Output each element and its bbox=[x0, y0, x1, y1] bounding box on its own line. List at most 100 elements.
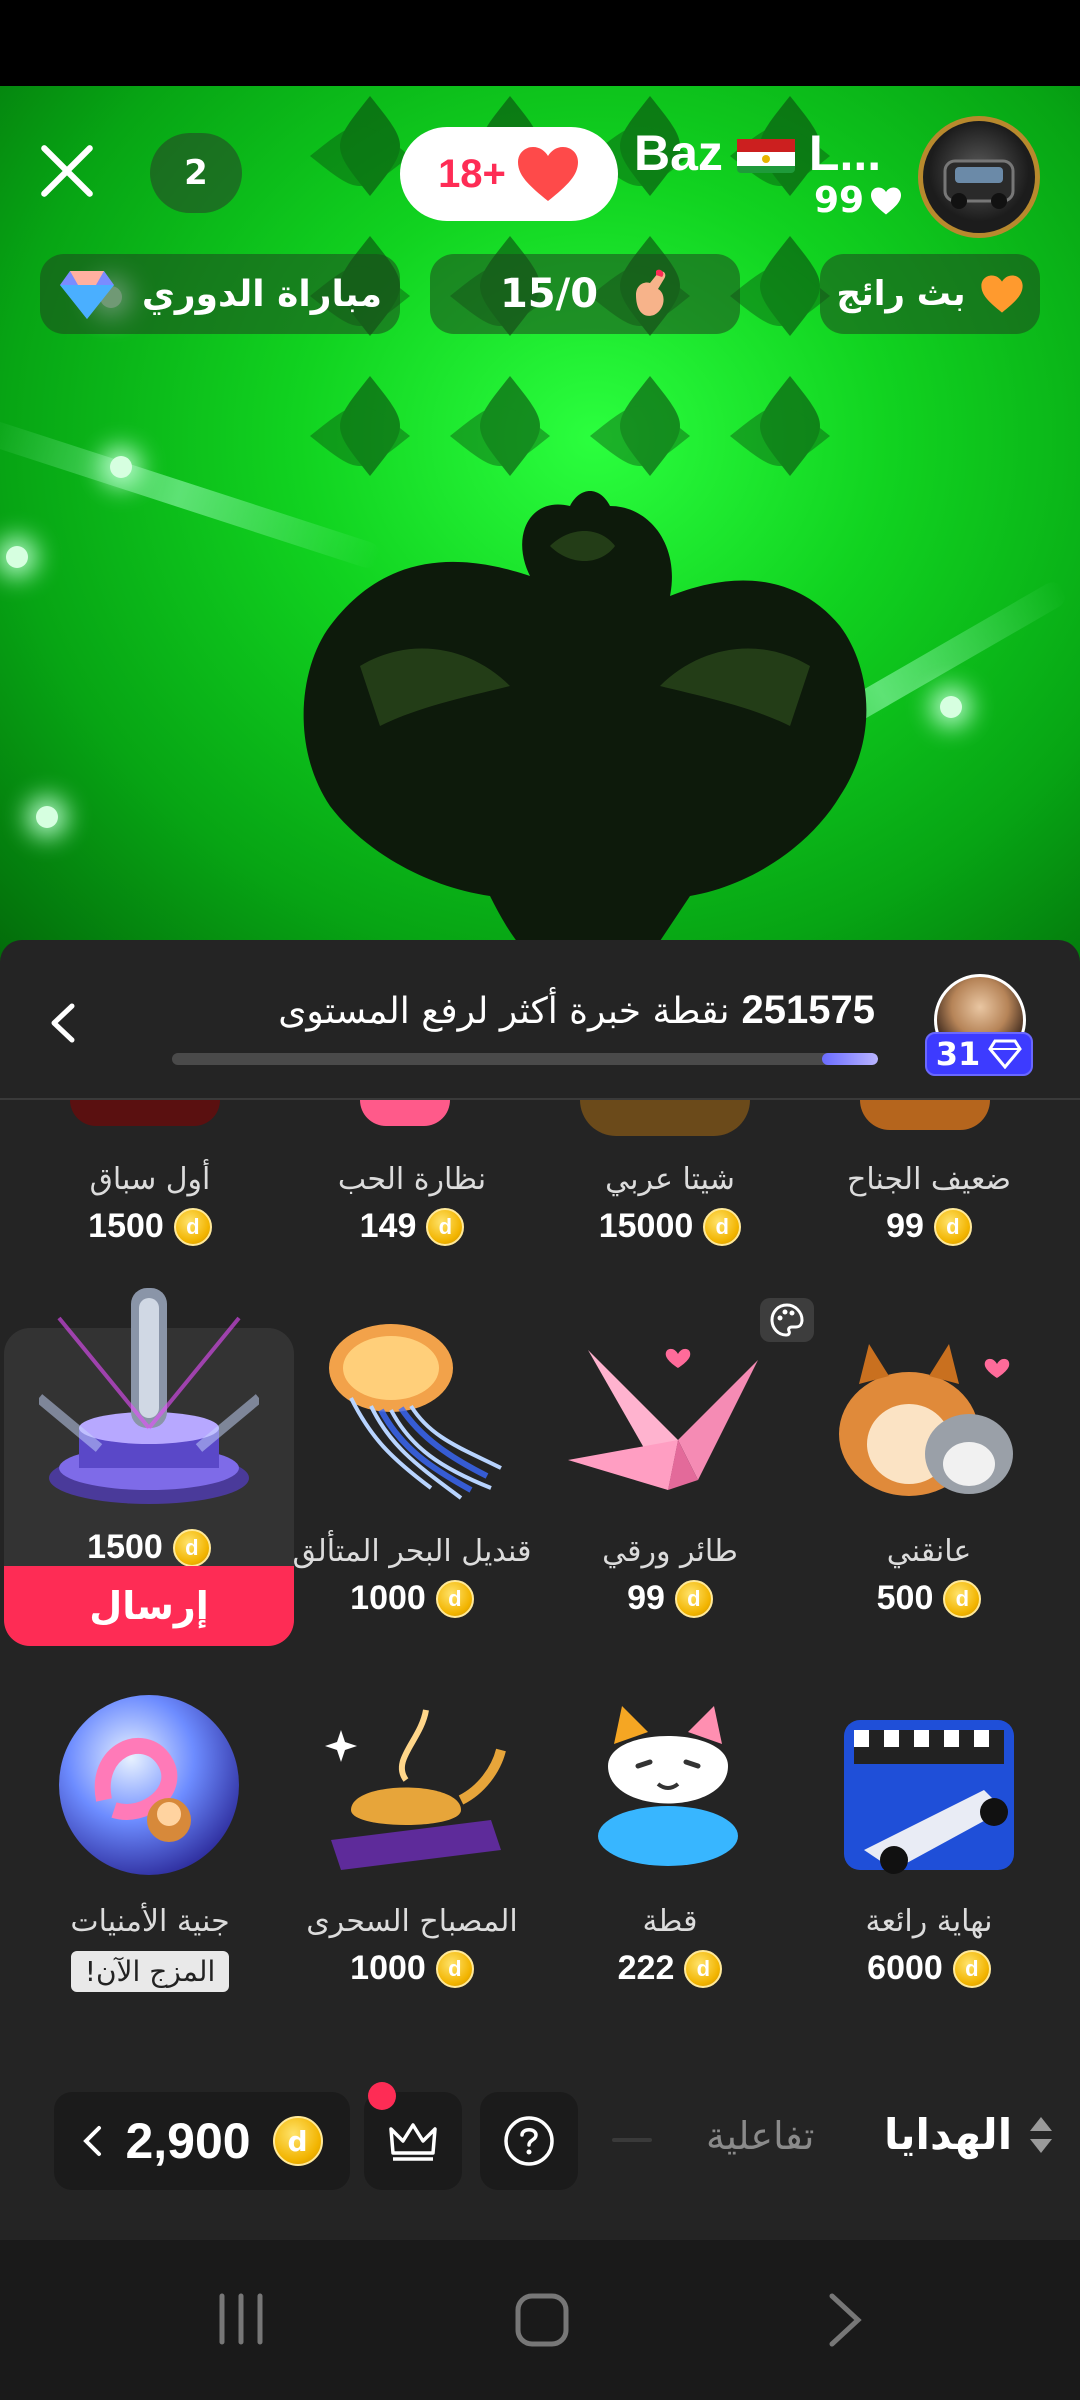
host-avatar[interactable] bbox=[918, 116, 1040, 238]
gift-name: طائر ورقي bbox=[602, 1534, 738, 1569]
gift-price: 222 d bbox=[535, 1949, 805, 1988]
diamond-icon bbox=[988, 1039, 1023, 1069]
nav-home-icon[interactable] bbox=[512, 2290, 572, 2354]
xp-progress-fill bbox=[821, 1053, 878, 1065]
coin-icon: d bbox=[172, 1528, 211, 1567]
heart-icon bbox=[517, 147, 578, 201]
close-icon[interactable] bbox=[36, 140, 98, 202]
gift-cat-image bbox=[598, 1706, 738, 1866]
follow-button-label: 18+ bbox=[438, 151, 506, 196]
score-value: 15/0 bbox=[499, 271, 599, 317]
gift-item[interactable]: أول سباق 1500 d bbox=[15, 1162, 285, 1246]
gift-price: 1500 d bbox=[15, 1207, 285, 1246]
gift-item[interactable]: شيتا عربي 15000 d bbox=[535, 1162, 805, 1246]
gift-item[interactable]: قطة 222 d bbox=[535, 1904, 805, 1988]
gift-item[interactable]: عانقني 500 d bbox=[794, 1534, 1064, 1618]
gift-price: 99 d bbox=[535, 1579, 805, 1618]
host-name-suffix: L... bbox=[808, 125, 882, 181]
heart-icon bbox=[980, 275, 1023, 313]
question-coin-icon bbox=[504, 2116, 554, 2166]
gift-item[interactable]: 1500 d bbox=[14, 1518, 284, 1567]
gift-item[interactable]: نظارة الحب 149 d bbox=[277, 1162, 547, 1246]
xp-progress-text: 251575 نقطة خبرة أكثر لرفع المستوى bbox=[278, 988, 875, 1033]
xp-progress-bar bbox=[172, 1053, 878, 1065]
coin-icon: d bbox=[703, 1207, 742, 1246]
score-pill[interactable]: 15/0 bbox=[430, 254, 740, 334]
nav-recents-icon[interactable] bbox=[212, 2290, 270, 2352]
tab-divider bbox=[612, 2138, 652, 2142]
host-name[interactable]: Baz L... bbox=[634, 124, 881, 182]
flag-icon bbox=[736, 133, 795, 173]
coin-icon: d bbox=[943, 1579, 982, 1618]
coin-icon: d bbox=[435, 1949, 474, 1988]
gift-price-value: 99 bbox=[886, 1207, 924, 1245]
gift-hug-dogs-image bbox=[839, 1344, 1013, 1496]
gift-name: أول سباق bbox=[89, 1162, 211, 1197]
gift-price-value: 222 bbox=[617, 1949, 675, 1987]
status-bar bbox=[0, 0, 1080, 86]
send-button-label: إرسال bbox=[89, 1584, 209, 1628]
gift-price-value: 1500 bbox=[87, 1528, 163, 1566]
nav-back-icon[interactable] bbox=[824, 2290, 868, 2354]
gift-name: نظارة الحب bbox=[337, 1162, 487, 1197]
led-light bbox=[6, 546, 28, 568]
gift-price: 6000 d bbox=[794, 1949, 1064, 1988]
coin-icon: d bbox=[426, 1207, 465, 1246]
viewer-count[interactable]: 2 bbox=[150, 133, 242, 213]
eagle-statue bbox=[303, 491, 867, 966]
gift-name: جنية الأمنيات bbox=[70, 1904, 230, 1939]
chevron-left-icon[interactable] bbox=[44, 1000, 84, 1046]
gift-price-value: 15000 bbox=[598, 1207, 694, 1245]
gift-price: 99 d bbox=[794, 1207, 1064, 1246]
gift-item[interactable]: المصباح السحرى 1000 d bbox=[277, 1904, 547, 1988]
gift-price-value: 500 bbox=[876, 1579, 934, 1617]
host-likes: 99 bbox=[814, 180, 902, 221]
gift-name: ضعيف الجناح bbox=[847, 1162, 1011, 1197]
mix-now-tag: المزج الآن! bbox=[70, 1951, 230, 1992]
send-button[interactable]: إرسال bbox=[4, 1566, 294, 1646]
gift-price-value: 1500 bbox=[88, 1207, 164, 1245]
tab-gifts[interactable]: الهدايا bbox=[884, 2110, 1054, 2159]
gift-wish-fairy-image bbox=[59, 1695, 239, 1875]
gift-name: نهاية رائعة bbox=[865, 1904, 993, 1939]
gift-item[interactable]: نهاية رائعة 6000 d bbox=[794, 1904, 1064, 1988]
gift-price-value: 1000 bbox=[350, 1579, 426, 1617]
help-button[interactable] bbox=[480, 2092, 578, 2190]
tab-interactive[interactable]: تفاعلية bbox=[706, 2114, 814, 2158]
coin-icon: d bbox=[933, 1207, 972, 1246]
gift-name: شيتا عربي bbox=[605, 1162, 735, 1197]
league-match-label: مباراة الدوري bbox=[141, 273, 382, 315]
gift-finish-car-image bbox=[844, 1720, 1014, 1874]
trending-pill[interactable]: بث رائج bbox=[820, 254, 1040, 334]
heart-icon bbox=[871, 187, 902, 214]
diamond-icon bbox=[60, 271, 114, 319]
coin-balance-button[interactable]: 2,900 d bbox=[54, 2092, 350, 2190]
gift-item[interactable]: طائر ورقي 99 d bbox=[535, 1534, 805, 1618]
coin-icon: d bbox=[272, 2116, 323, 2166]
gift-name: عانقني bbox=[886, 1534, 972, 1569]
coin-icon: d bbox=[173, 1207, 212, 1246]
gift-name: قطة bbox=[642, 1904, 698, 1939]
gift-name: المصباح السحرى bbox=[306, 1904, 518, 1939]
gift-item[interactable]: قنديل البحر المتألق 1000 d bbox=[277, 1534, 547, 1618]
level-badge[interactable]: 31 bbox=[925, 1032, 1033, 1076]
league-match-pill[interactable]: مباراة الدوري bbox=[40, 254, 400, 334]
gift-price: 500 d bbox=[794, 1579, 1064, 1618]
level-value: 31 bbox=[935, 1035, 981, 1073]
finger-heart-icon bbox=[636, 269, 666, 316]
system-nav-bar bbox=[0, 2240, 1080, 2400]
gift-paper-crane-image bbox=[568, 1348, 758, 1490]
gift-price: 1500 d bbox=[14, 1528, 284, 1567]
coin-icon: d bbox=[435, 1579, 474, 1618]
gift-item[interactable]: ضعيف الجناح 99 d bbox=[794, 1162, 1064, 1246]
gift-item[interactable]: جنية الأمنيات المزج الآن! bbox=[15, 1904, 285, 1992]
gift-price-value: 149 bbox=[359, 1207, 417, 1245]
host-name-text: Baz bbox=[634, 125, 723, 181]
gift-image-clipped bbox=[360, 1100, 450, 1126]
gift-image-clipped bbox=[580, 1100, 750, 1136]
sort-icon bbox=[1030, 2116, 1053, 2153]
viewer-count-value: 2 bbox=[184, 153, 208, 193]
coin-icon: d bbox=[684, 1949, 723, 1988]
gift-toolbar: 2,900 d تفاعلية الهدايا bbox=[0, 2052, 1080, 2190]
follow-button[interactable]: 18+ bbox=[400, 127, 618, 221]
